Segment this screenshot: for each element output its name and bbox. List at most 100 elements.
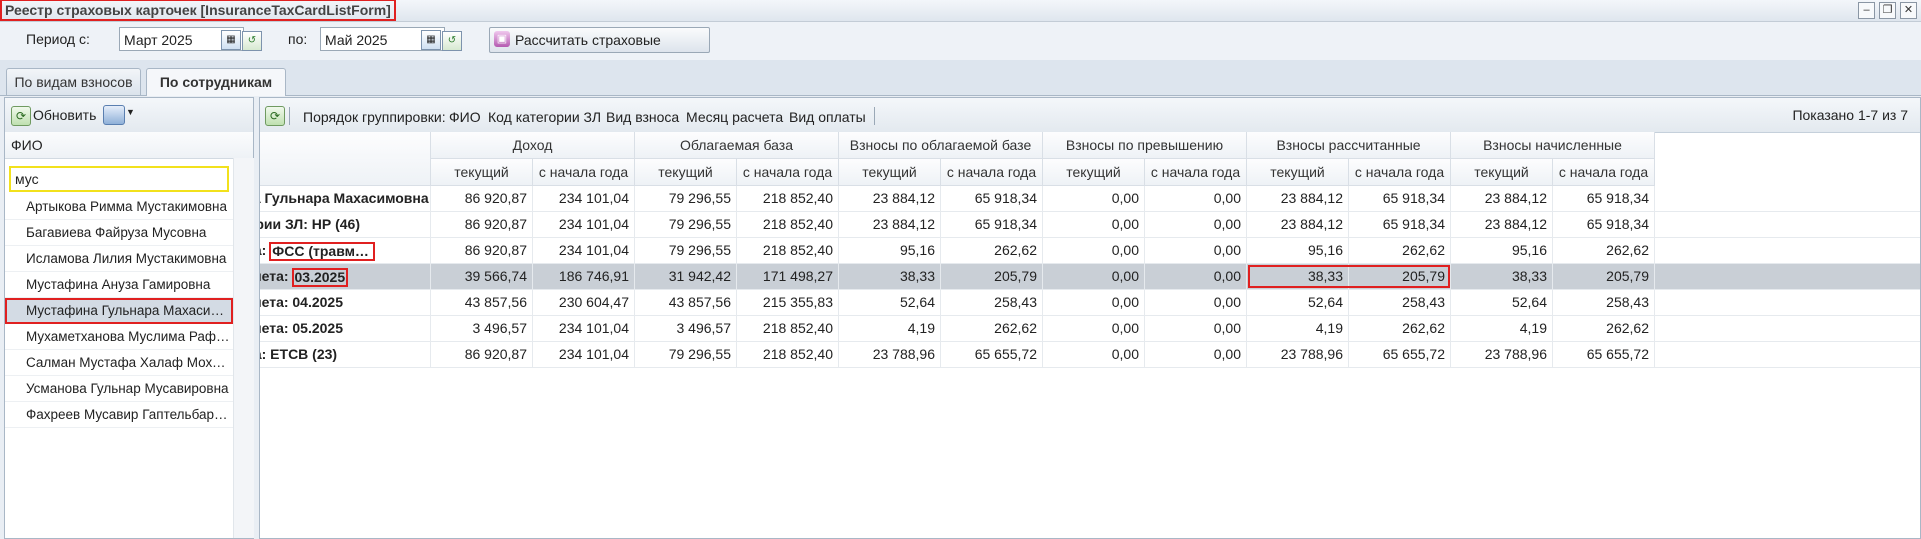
- table-cell[interactable]: 3 496,57: [635, 316, 737, 341]
- table-cell[interactable]: 4,19: [1451, 316, 1553, 341]
- table-cell[interactable]: 79 296,55: [635, 186, 737, 211]
- table-cell[interactable]: 39 566,74: [431, 264, 533, 289]
- minimize-icon[interactable]: –: [1858, 2, 1875, 19]
- table-cell[interactable]: 86 920,87: [431, 186, 533, 211]
- grouping-item-payment-type[interactable]: Вид оплаты: [789, 108, 866, 126]
- table-cell[interactable]: 0,00: [1145, 264, 1247, 289]
- table-cell[interactable]: 234 101,04: [533, 316, 635, 341]
- excess-ytd-header[interactable]: с начала года: [1145, 159, 1247, 186]
- table-cell[interactable]: 258,43: [1349, 290, 1451, 315]
- table-cell[interactable]: 31 942,42: [635, 264, 737, 289]
- table-cell[interactable]: 0,00: [1043, 264, 1145, 289]
- fio-column-header[interactable]: ФИО: [5, 132, 253, 159]
- table-cell[interactable]: 23 884,12: [1247, 212, 1349, 237]
- table-row[interactable]: Месяц расчета:03.202539 566,74186 746,91…: [260, 264, 1920, 290]
- list-item[interactable]: Исламова Лилия Мустакимовна: [5, 246, 233, 272]
- income-current-header[interactable]: текущий: [431, 159, 533, 186]
- grouping-item-category[interactable]: Код категории ЗЛ: [488, 108, 601, 126]
- table-cell[interactable]: 95,16: [839, 238, 941, 263]
- table-cell[interactable]: 38,33: [839, 264, 941, 289]
- calendar-icon[interactable]: ▦: [221, 30, 241, 50]
- table-cell[interactable]: 79 296,55: [635, 238, 737, 263]
- table-cell[interactable]: 0,00: [1043, 186, 1145, 211]
- table-cell[interactable]: 65 918,34: [941, 212, 1043, 237]
- table-cell[interactable]: 4,19: [1247, 316, 1349, 341]
- reset-date-icon[interactable]: ↺: [442, 31, 462, 51]
- table-cell[interactable]: 79 296,55: [635, 212, 737, 237]
- calculated-contributions-header[interactable]: Взносы рассчитанные: [1247, 132, 1451, 159]
- table-cell[interactable]: 23 884,12: [1451, 186, 1553, 211]
- list-item[interactable]: Артыкова Римма Мустакимовна: [5, 194, 233, 220]
- income-ytd-header[interactable]: с начала года: [533, 159, 635, 186]
- table-cell[interactable]: 262,62: [1349, 316, 1451, 341]
- base-contrib-current-header[interactable]: текущий: [839, 159, 941, 186]
- table-cell[interactable]: 65 918,34: [1553, 186, 1655, 211]
- table-cell[interactable]: 218 852,40: [737, 342, 839, 367]
- table-cell[interactable]: 218 852,40: [737, 316, 839, 341]
- table-cell[interactable]: 23 788,96: [1247, 342, 1349, 367]
- table-cell[interactable]: 23 884,12: [839, 186, 941, 211]
- table-cell[interactable]: 0,00: [1145, 238, 1247, 263]
- table-cell[interactable]: 234 101,04: [533, 342, 635, 367]
- table-cell[interactable]: 38,33: [1451, 264, 1553, 289]
- table-cell[interactable]: 23 788,96: [1451, 342, 1553, 367]
- print-icon[interactable]: [103, 105, 125, 125]
- taxable-current-header[interactable]: текущий: [635, 159, 737, 186]
- table-cell[interactable]: 218 852,40: [737, 186, 839, 211]
- table-cell[interactable]: 79 296,55: [635, 342, 737, 367]
- table-cell[interactable]: 52,64: [1247, 290, 1349, 315]
- income-header[interactable]: Доход: [431, 132, 635, 159]
- table-cell[interactable]: 52,64: [839, 290, 941, 315]
- table-cell[interactable]: 23 884,12: [1247, 186, 1349, 211]
- list-item[interactable]: Салман Мустафа Халаф Мохаммед: [5, 350, 233, 376]
- table-cell[interactable]: 205,79: [1349, 264, 1451, 289]
- excess-contributions-header[interactable]: Взносы по превышению: [1043, 132, 1247, 159]
- table-cell[interactable]: 95,16: [1247, 238, 1349, 263]
- table-row[interactable]: Мустафина Гульнара Махасимовна86 920,872…: [260, 186, 1920, 212]
- table-cell[interactable]: 262,62: [1553, 316, 1655, 341]
- list-item[interactable]: Фахреев Мусавир Гаптельбарович: [5, 402, 233, 428]
- table-cell[interactable]: 0,00: [1145, 290, 1247, 315]
- table-cell[interactable]: 65 655,72: [941, 342, 1043, 367]
- table-cell[interactable]: 218 852,40: [737, 212, 839, 237]
- table-cell[interactable]: 262,62: [941, 316, 1043, 341]
- table-cell[interactable]: 0,00: [1043, 212, 1145, 237]
- table-cell[interactable]: 186 746,91: [533, 264, 635, 289]
- table-cell[interactable]: 215 355,83: [737, 290, 839, 315]
- table-cell[interactable]: 4,19: [839, 316, 941, 341]
- table-cell[interactable]: 52,64: [1451, 290, 1553, 315]
- table-cell[interactable]: 0,00: [1043, 290, 1145, 315]
- search-input[interactable]: мус: [9, 166, 229, 192]
- table-cell[interactable]: 43 857,56: [431, 290, 533, 315]
- tab-by-contribution-type[interactable]: По видам взносов: [6, 68, 141, 95]
- list-item-selected[interactable]: Мустафина Гульнара Махасимовна: [5, 298, 233, 324]
- table-cell[interactable]: 234 101,04: [533, 212, 635, 237]
- table-cell[interactable]: 23 884,12: [839, 212, 941, 237]
- table-cell[interactable]: 86 920,87: [431, 212, 533, 237]
- tab-by-employee[interactable]: По сотрудникам: [146, 68, 286, 96]
- table-cell[interactable]: 65 918,34: [1553, 212, 1655, 237]
- refresh-button[interactable]: Обновить: [33, 106, 96, 124]
- reset-date-icon[interactable]: ↺: [242, 31, 262, 51]
- table-cell[interactable]: 258,43: [1553, 290, 1655, 315]
- table-cell[interactable]: 86 920,87: [431, 238, 533, 263]
- grouping-item-calc-month[interactable]: Месяц расчета: [686, 108, 783, 126]
- close-icon[interactable]: ✕: [1900, 2, 1917, 19]
- table-cell[interactable]: 0,00: [1043, 316, 1145, 341]
- table-cell[interactable]: 262,62: [941, 238, 1043, 263]
- table-cell[interactable]: 230 604,47: [533, 290, 635, 315]
- table-cell[interactable]: 0,00: [1043, 342, 1145, 367]
- table-cell[interactable]: 65 918,34: [1349, 212, 1451, 237]
- excess-current-header[interactable]: текущий: [1043, 159, 1145, 186]
- calculated-ytd-header[interactable]: с начала года: [1349, 159, 1451, 186]
- base-contributions-header[interactable]: Взносы по облагаемой базе: [839, 132, 1043, 159]
- chevron-down-icon[interactable]: ▼: [126, 107, 135, 117]
- table-cell[interactable]: 0,00: [1145, 186, 1247, 211]
- table-cell[interactable]: 262,62: [1349, 238, 1451, 263]
- base-contrib-ytd-header[interactable]: с начала года: [941, 159, 1043, 186]
- calculated-current-header[interactable]: текущий: [1247, 159, 1349, 186]
- list-item[interactable]: Мустафина Ануза Гамировна: [5, 272, 233, 298]
- list-item[interactable]: Багавиева Файруза Мусовна: [5, 220, 233, 246]
- table-cell[interactable]: 0,00: [1145, 342, 1247, 367]
- grouping-item-contribution-type[interactable]: Вид взноса: [606, 108, 679, 126]
